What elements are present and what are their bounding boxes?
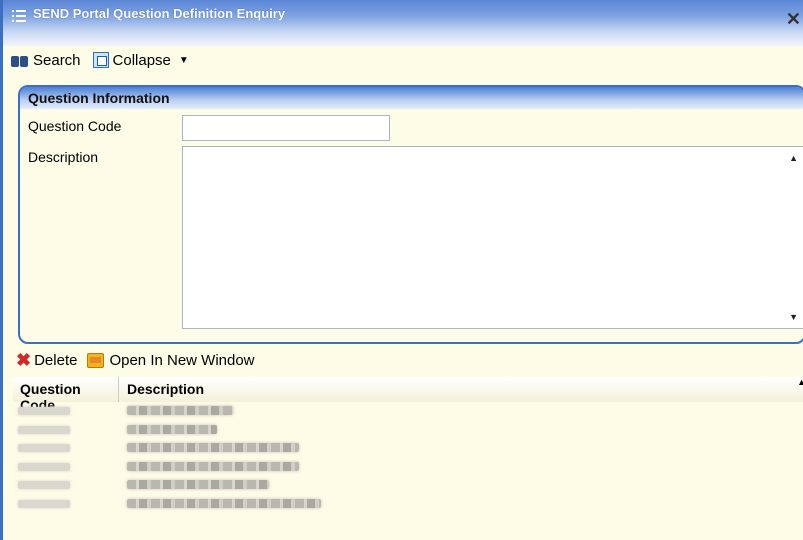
chevron-down-icon[interactable]: ▼ bbox=[179, 55, 189, 66]
enquiry-window: SEND Portal Question Definition Enquiry … bbox=[0, 0, 803, 540]
redacted-cell bbox=[127, 443, 299, 452]
question-code-input[interactable] bbox=[182, 115, 390, 141]
redacted-cell bbox=[127, 406, 233, 415]
scroll-up-icon[interactable]: ▲ bbox=[789, 153, 798, 163]
window-title: SEND Portal Question Definition Enquiry bbox=[33, 6, 286, 21]
redacted-cell bbox=[18, 462, 70, 471]
table-row[interactable] bbox=[13, 421, 803, 440]
redacted-cell bbox=[18, 499, 70, 508]
redacted-cell bbox=[18, 407, 70, 415]
panel-header[interactable]: Question Information bbox=[20, 87, 803, 109]
search-label: Search bbox=[33, 51, 81, 69]
question-information-panel: Question Information Question Code Descr… bbox=[18, 85, 803, 344]
scroll-down-icon[interactable]: ▼ bbox=[789, 312, 798, 322]
column-header-description[interactable]: Description bbox=[119, 377, 204, 402]
redacted-cell bbox=[127, 461, 299, 471]
binoculars-icon bbox=[11, 52, 29, 68]
table-row[interactable] bbox=[13, 476, 803, 495]
list-icon bbox=[12, 9, 26, 23]
question-code-label: Question Code bbox=[28, 118, 122, 134]
collapse-icon bbox=[92, 52, 109, 68]
collapse-label: Collapse bbox=[112, 51, 171, 69]
redacted-cell bbox=[127, 424, 217, 434]
redacted-cell bbox=[18, 444, 70, 452]
collapse-button[interactable]: Collapse ▼ bbox=[92, 51, 189, 69]
table-row[interactable] bbox=[13, 402, 803, 421]
delete-icon[interactable]: ✖ bbox=[16, 351, 31, 369]
close-icon[interactable]: ✕ bbox=[786, 9, 801, 30]
grid-header: Question Code Description bbox=[13, 377, 803, 413]
redacted-cell bbox=[127, 480, 269, 489]
description-label: Description bbox=[28, 149, 99, 165]
table-row[interactable] bbox=[13, 458, 803, 477]
search-button[interactable]: Search bbox=[11, 52, 81, 69]
title-bar: SEND Portal Question Definition Enquiry … bbox=[3, 0, 803, 46]
grid-actions: ✖ Delete Open In New Window bbox=[16, 350, 255, 370]
open-window-icon[interactable] bbox=[87, 352, 105, 368]
grid-scroll-up-icon[interactable]: ▲ bbox=[797, 377, 803, 387]
toolbar: Search Collapse ▼ bbox=[11, 49, 197, 71]
column-header-question-code[interactable]: Question Code bbox=[13, 377, 119, 413]
results-grid: Question Code Description ▲ bbox=[13, 377, 803, 540]
delete-button[interactable]: Delete bbox=[34, 352, 77, 369]
redacted-cell bbox=[127, 498, 321, 508]
redacted-cell bbox=[18, 425, 70, 434]
redacted-cell bbox=[18, 481, 70, 489]
table-row[interactable] bbox=[13, 495, 803, 514]
open-new-window-button[interactable]: Open In New Window bbox=[109, 352, 254, 369]
table-row[interactable] bbox=[13, 439, 803, 458]
description-textarea[interactable]: ▲ ▼ bbox=[182, 146, 803, 329]
